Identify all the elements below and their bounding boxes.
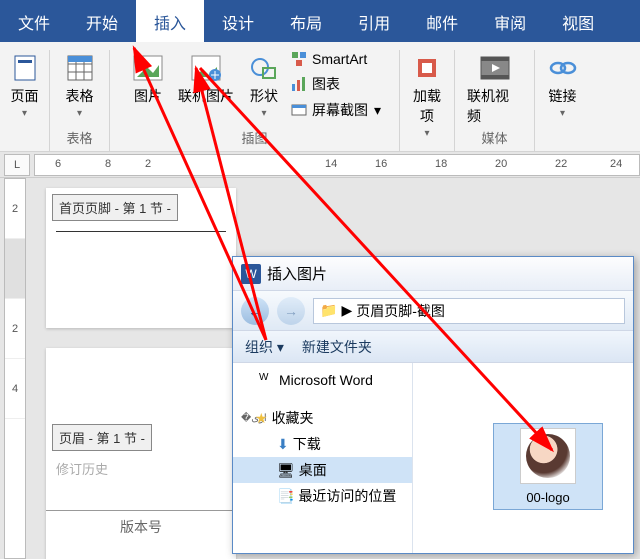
vertical-ruler[interactable]: 2 2 4 <box>4 178 26 559</box>
online-video-label: 联机视频 <box>467 86 522 126</box>
tab-file[interactable]: 文件 <box>0 0 68 42</box>
page-button[interactable]: 页面 ▾ <box>5 50 45 121</box>
ribbon: 页面 ▾ 表格 ▾ 表格 图片 联机图片 形状 ▾ <box>0 42 640 152</box>
link-icon <box>547 52 579 84</box>
tree-item-word[interactable]: WMicrosoft Word <box>233 369 412 391</box>
page-icon <box>9 52 41 84</box>
document-page[interactable]: 页眉 - 第 1 节 - 修订历史 版本号 <box>46 348 236 559</box>
avatar-icon <box>526 434 570 478</box>
tree-item-favorites[interactable]: �اوی★收藏夹 <box>233 405 412 431</box>
tree-item-downloads[interactable]: ⬇下载 <box>233 431 412 457</box>
page-label: 页面 <box>11 86 39 106</box>
tab-insert[interactable]: 插入 <box>136 0 204 42</box>
organize-button[interactable]: 组织 ▾ <box>245 337 284 357</box>
dialog-nav: ← → 📁 ▶ 页眉页脚-截图 <box>233 291 633 331</box>
picture-label: 图片 <box>134 86 162 106</box>
dialog-title: 插入图片 <box>267 263 327 284</box>
footer-section-label: 首页页脚 - 第 1 节 - <box>52 194 178 221</box>
tab-design[interactable]: 设计 <box>204 0 272 42</box>
chart-button[interactable]: 图表 <box>290 74 381 94</box>
dialog-titlebar[interactable]: W 插入图片 <box>233 257 633 291</box>
smartart-button[interactable]: SmartArt <box>290 50 381 68</box>
link-label: 链接 <box>549 86 577 106</box>
new-folder-button[interactable]: 新建文件夹 <box>302 337 372 357</box>
doc-text: 修订历史 <box>46 457 236 480</box>
chart-icon <box>290 75 308 93</box>
picture-button[interactable]: 图片 <box>128 50 168 121</box>
desktop-icon: 🖥 <box>277 462 295 479</box>
dropdown-icon: ▾ <box>261 108 266 119</box>
tab-layout[interactable]: 布局 <box>272 0 340 42</box>
addins-button[interactable]: 加载 项 ▾ <box>407 50 447 141</box>
folder-icon: 📁 <box>320 302 337 319</box>
picture-icon <box>132 52 164 84</box>
shapes-icon <box>248 52 280 84</box>
tab-review[interactable]: 审阅 <box>476 0 544 42</box>
ribbon-tabs: 文件 开始 插入 设计 布局 引用 邮件 审阅 视图 <box>0 0 640 42</box>
screenshot-icon <box>290 101 308 119</box>
online-picture-button[interactable]: 联机图片 <box>174 50 238 121</box>
file-thumbnail <box>520 428 576 484</box>
nav-forward-button[interactable]: → <box>277 297 305 325</box>
dropdown-icon: ▾ <box>22 108 27 119</box>
nav-back-button[interactable]: ← <box>241 297 269 325</box>
shapes-label: 形状 <box>250 86 278 106</box>
tab-view[interactable]: 视图 <box>544 0 612 42</box>
group-illustrations-label: 插图 <box>241 128 267 151</box>
table-button[interactable]: 表格 ▾ <box>60 50 100 121</box>
dialog-sidebar: WMicrosoft Word �اوی★收藏夹 ⬇下载 🖥桌面 📑最近访问的位… <box>233 363 413 553</box>
ruler-corner[interactable]: L <box>4 154 30 176</box>
dropdown-icon: ▾ <box>77 108 82 119</box>
tree-item-desktop[interactable]: 🖥桌面 <box>233 457 412 483</box>
dropdown-icon: ▾ <box>560 108 565 119</box>
tab-home[interactable]: 开始 <box>68 0 136 42</box>
tree-item-recent[interactable]: 📑最近访问的位置 <box>233 483 412 509</box>
group-table-label: 表格 <box>66 128 92 151</box>
horizontal-ruler[interactable]: 6 8 2 14 16 18 20 22 24 <box>34 154 640 176</box>
insert-picture-dialog: W 插入图片 ← → 📁 ▶ 页眉页脚-截图 组织 ▾ 新建文件夹 WMicro… <box>232 256 634 554</box>
addins-label: 加载 项 <box>413 86 441 126</box>
file-item-00-logo[interactable]: 00-logo <box>493 423 603 510</box>
tab-mailings[interactable]: 邮件 <box>408 0 476 42</box>
group-media-label: 媒体 <box>481 128 507 151</box>
header-section-label: 页眉 - 第 1 节 - <box>52 424 152 451</box>
table-cell[interactable]: 版本号 <box>46 510 236 543</box>
path-segment[interactable]: 页眉页脚-截图 <box>356 301 445 321</box>
horizontal-ruler-area: L 6 8 2 14 16 18 20 22 24 <box>0 152 640 178</box>
dialog-file-pane[interactable]: 00-logo <box>413 363 633 553</box>
video-icon <box>479 52 511 84</box>
screenshot-button[interactable]: 屏幕截图▾ <box>290 100 381 120</box>
document-page[interactable]: 首页页脚 - 第 1 节 - <box>46 188 236 328</box>
dialog-toolbar: 组织 ▾ 新建文件夹 <box>233 331 633 363</box>
tab-references[interactable]: 引用 <box>340 0 408 42</box>
word-icon: W <box>241 264 261 284</box>
addins-icon <box>411 52 443 84</box>
online-picture-label: 联机图片 <box>178 86 234 106</box>
address-bar[interactable]: 📁 ▶ 页眉页脚-截图 <box>313 298 625 324</box>
table-label: 表格 <box>66 86 94 106</box>
online-video-button[interactable]: 联机视频 <box>463 50 526 128</box>
link-button[interactable]: 链接 ▾ <box>543 50 583 121</box>
file-name-label: 00-logo <box>498 490 598 505</box>
online-picture-icon <box>190 52 222 84</box>
table-icon <box>64 52 96 84</box>
dropdown-icon: ▾ <box>424 128 429 139</box>
shapes-button[interactable]: 形状 ▾ <box>244 50 284 121</box>
smartart-icon <box>290 50 308 68</box>
